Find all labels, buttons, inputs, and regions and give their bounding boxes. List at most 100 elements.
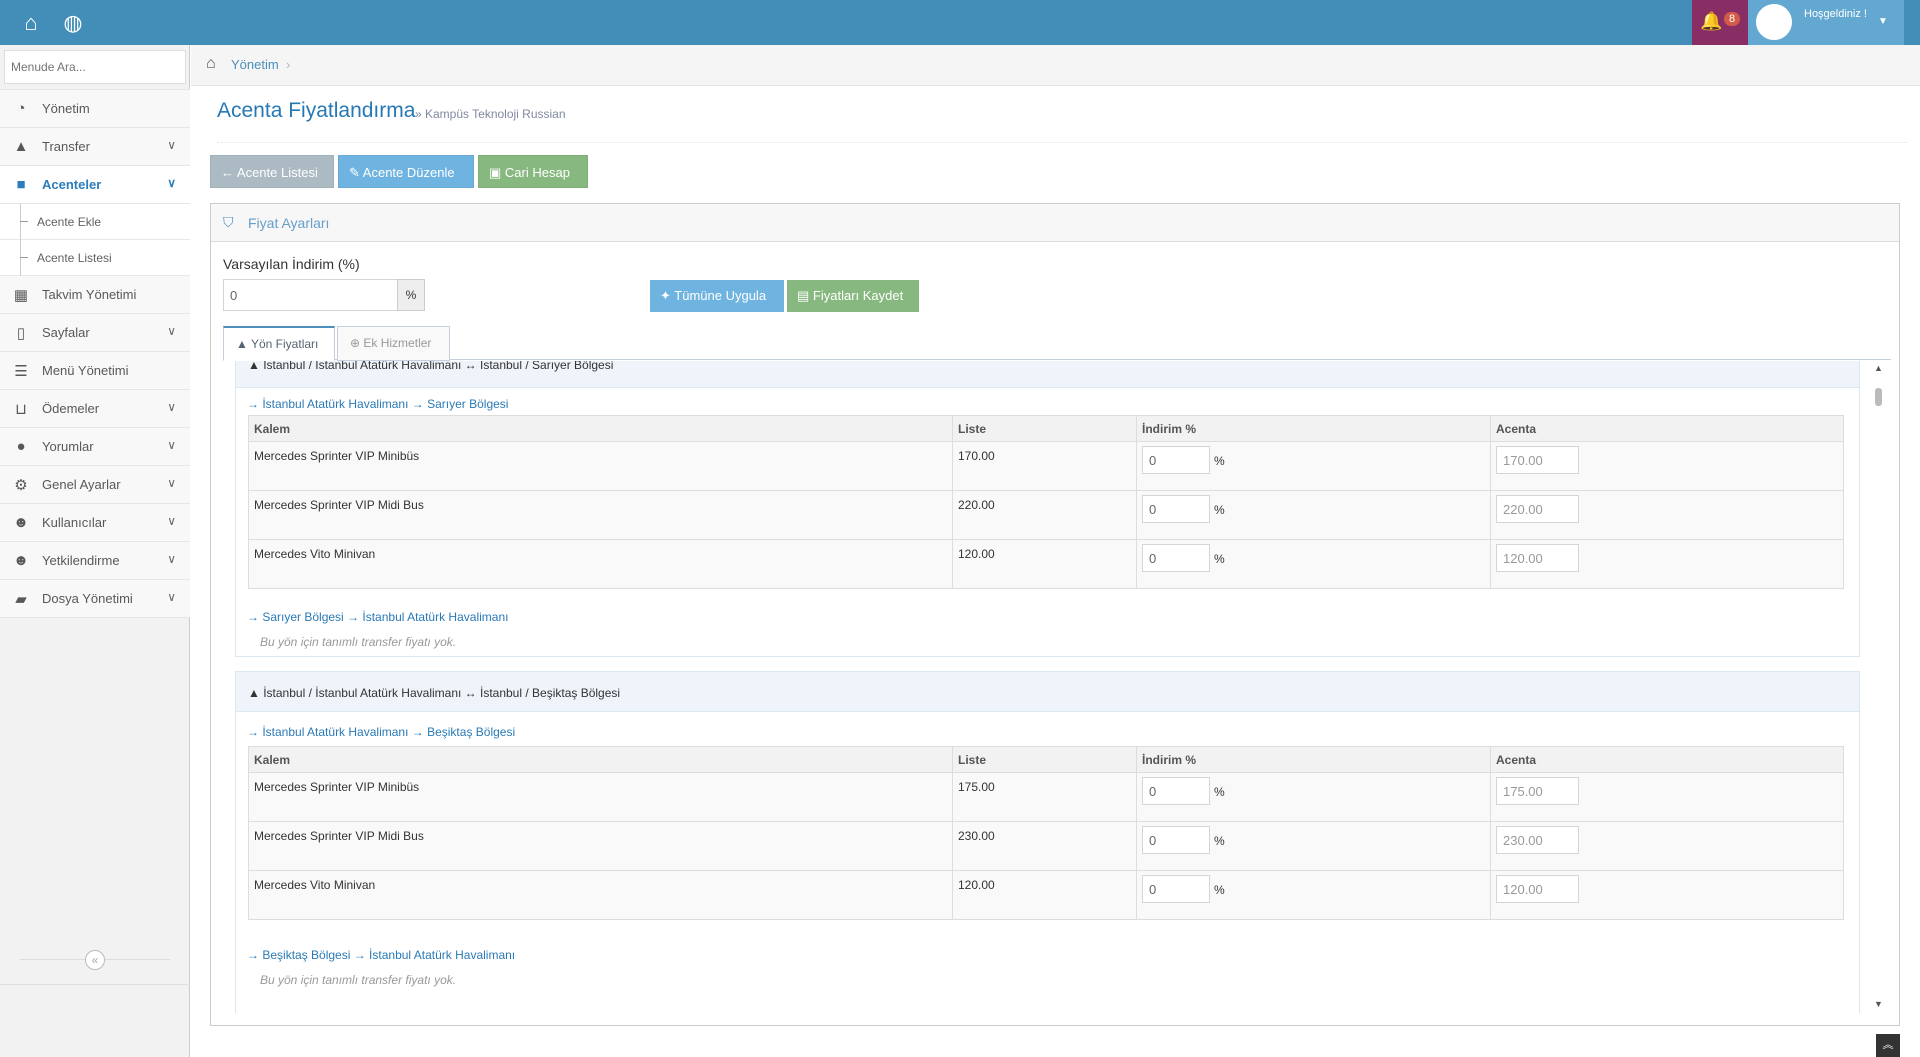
sidebar-item-label: Yorumlar	[42, 439, 94, 454]
cell-discount: %	[1136, 870, 1491, 920]
sidebar-item-takvim[interactable]: ▦ Takvim Yönetimi	[0, 276, 190, 314]
agency-price-input[interactable]	[1496, 777, 1579, 805]
percent-sign: %	[1214, 453, 1225, 468]
price-settings-panel: ⛉ Fiyat Ayarları Varsayılan İndirim (%) …	[210, 203, 1900, 1026]
sidebar-item-yorumlar[interactable]: ● Yorumlar ∨	[0, 428, 190, 466]
route-group: ▲ İstanbul / İstanbul Atatürk Havalimanı…	[235, 671, 1860, 1013]
scrollbar-thumb[interactable]	[1875, 388, 1882, 406]
sidebar-item-label: Acenteler	[42, 177, 102, 192]
tab-bar: ▲ Yön Fiyatları ⊕ Ek Hizmetler	[223, 326, 1891, 361]
discount-input[interactable]	[1142, 495, 1210, 523]
agency-price-input[interactable]	[1496, 495, 1579, 523]
scroll-up-icon[interactable]: ▲	[1874, 363, 1883, 373]
cart-icon: ⊔	[15, 401, 27, 418]
agency-list-button[interactable]: ← Acente Listesi	[210, 155, 334, 188]
discount-input[interactable]	[1142, 544, 1210, 572]
sidebar-item-menu-yonetimi[interactable]: ☰ Menü Yönetimi	[0, 352, 190, 390]
col-header-discount: İndirim %	[1136, 415, 1491, 442]
current-account-button[interactable]: ▣ Cari Hesap	[478, 155, 588, 188]
notifications-button[interactable]: 🔔 8	[1692, 0, 1748, 45]
sidebar-item-transfer[interactable]: ▲ Transfer ∨	[0, 128, 190, 166]
chevron-down-icon: ∨	[167, 176, 176, 190]
route-group-title: İstanbul / İstanbul Atatürk Havalimanı ↔…	[263, 361, 614, 372]
sidebar-item-sayfalar[interactable]: ▯ Sayfalar ∨	[0, 314, 190, 352]
welcome-text: Hoşgeldiniz !	[1804, 8, 1867, 20]
sidebar-item-dosya-yonetimi[interactable]: ▰ Dosya Yönetimi ∨	[0, 580, 190, 618]
sidebar-item-genel-ayarlar[interactable]: ⚙ Genel Ayarlar ∨	[0, 466, 190, 504]
scroll-down-icon[interactable]: ▼	[1874, 999, 1883, 1009]
route-prices-scroll-area[interactable]: ▲ İstanbul / İstanbul Atatürk Havalimanı…	[223, 361, 1891, 1013]
route-group-title: İstanbul / İstanbul Atatürk Havalimanı ↔…	[263, 686, 621, 700]
percent-sign: %	[1214, 833, 1225, 848]
road-icon: ▲	[13, 138, 29, 155]
save-prices-button[interactable]: ▤ Fiyatları Kaydet	[787, 280, 919, 312]
default-discount-label: Varsayılan İndirim (%)	[223, 256, 360, 272]
edit-agency-button[interactable]: ✎ Acente Düzenle	[338, 155, 474, 188]
save-icon: ▤	[797, 288, 813, 303]
cell-agency	[1490, 821, 1844, 871]
user-menu[interactable]: Hoşgeldiniz ! ▼	[1748, 0, 1904, 45]
collapse-sidebar-icon[interactable]: «	[85, 950, 105, 970]
sidebar-item-yonetim[interactable]: ◔ Yönetim	[0, 90, 190, 128]
sidebar-item-yetkilendirme[interactable]: ☻ Yetkilendirme ∨	[0, 542, 190, 580]
button-label: Fiyatları Kaydet	[812, 288, 904, 303]
sidebar-subitem-acente-ekle[interactable]: Acente Ekle	[0, 204, 190, 240]
road-icon: ▲	[236, 337, 251, 351]
tree-line	[20, 240, 21, 276]
sidebar-item-label: Ödemeler	[42, 401, 100, 416]
vertical-scrollbar[interactable]: ▲ ▼	[1870, 361, 1887, 1013]
direction-link[interactable]: → Beşiktaş Bölgesi → İstanbul Atatürk Ha…	[247, 948, 515, 962]
col-header-item: Kalem	[248, 415, 953, 442]
sidebar-item-acenteler[interactable]: ■ Acenteler ∨	[0, 166, 190, 204]
discount-input[interactable]	[1142, 446, 1210, 474]
table-row: Mercedes Sprinter VIP Minibüs 170.00 %	[248, 441, 1844, 491]
agency-price-input[interactable]	[1496, 875, 1579, 903]
scroll-to-top-button[interactable]: ︽	[1876, 1034, 1900, 1057]
agency-price-input[interactable]	[1496, 826, 1579, 854]
direction-link[interactable]: → İstanbul Atatürk Havalimanı → Beşiktaş…	[247, 725, 515, 739]
default-discount-input[interactable]	[223, 279, 398, 311]
tab-extra-services[interactable]: ⊕ Ek Hizmetler	[337, 326, 450, 361]
discount-input[interactable]	[1142, 826, 1210, 854]
cell-discount: %	[1136, 821, 1491, 871]
sidebar-item-label: Dosya Yönetimi	[42, 591, 133, 606]
button-label: Tümüne Uygula	[674, 288, 767, 303]
sidebar-item-odemeler[interactable]: ⊔ Ödemeler ∨	[0, 390, 190, 428]
home-icon[interactable]: ⌂	[206, 55, 216, 73]
menu-search-input[interactable]	[4, 50, 186, 84]
main-content: ⌂ Yönetim › Acenta Fiyatlandırma » Kampü…	[191, 45, 1920, 1057]
discount-input[interactable]	[1142, 875, 1210, 903]
cell-item: Mercedes Sprinter VIP Midi Bus	[248, 821, 953, 871]
list-icon: ☰	[14, 363, 28, 380]
discount-input[interactable]	[1142, 777, 1210, 805]
percent-sign: %	[1214, 551, 1225, 566]
sidebar-subitem-label: Acente Ekle	[37, 215, 102, 229]
home-icon[interactable]: ⌂	[18, 10, 44, 36]
briefcase-icon: ■	[16, 176, 26, 193]
sidebar-item-label: Kullanıcılar	[42, 515, 107, 530]
route-group: ▲ İstanbul / İstanbul Atatürk Havalimanı…	[235, 361, 1860, 657]
cell-list: 175.00	[952, 772, 1137, 822]
table-row: Mercedes Vito Minivan 120.00 %	[248, 539, 1844, 589]
globe-icon[interactable]: ◍	[60, 10, 86, 36]
apply-all-button[interactable]: ✦ Tümüne Uygula	[650, 280, 784, 312]
direction-link[interactable]: → Sarıyer Bölgesi → İstanbul Atatürk Hav…	[247, 610, 508, 624]
breadcrumb-link[interactable]: Yönetim	[231, 57, 279, 72]
cell-list: 120.00	[952, 870, 1137, 920]
arrow-right-icon: →	[247, 610, 263, 624]
col-header-list: Liste	[952, 415, 1137, 442]
tab-label: Yön Fiyatları	[251, 337, 319, 351]
cell-discount: %	[1136, 772, 1491, 822]
tab-route-prices[interactable]: ▲ Yön Fiyatları	[223, 326, 335, 361]
agency-price-input[interactable]	[1496, 446, 1579, 474]
sidebar-item-kullanicilar[interactable]: ☻ Kullanıcılar ∨	[0, 504, 190, 542]
cell-item: Mercedes Vito Minivan	[248, 870, 953, 920]
sidebar-subitem-label: Acente Listesi	[37, 251, 112, 265]
sidebar-subitem-acente-listesi[interactable]: Acente Listesi	[0, 240, 190, 276]
button-label: Cari Hesap	[504, 165, 570, 180]
empty-message: Bu yön için tanımlı transfer fiyatı yok.	[260, 635, 457, 649]
agency-price-input[interactable]	[1496, 544, 1579, 572]
route-group-header: ▲ İstanbul / İstanbul Atatürk Havalimanı…	[236, 361, 1859, 388]
top-navbar: ⌂ ◍ 🔔 8 Hoşgeldiniz ! ▼	[0, 0, 1920, 45]
direction-link[interactable]: → İstanbul Atatürk Havalimanı → Sarıyer …	[247, 397, 508, 411]
